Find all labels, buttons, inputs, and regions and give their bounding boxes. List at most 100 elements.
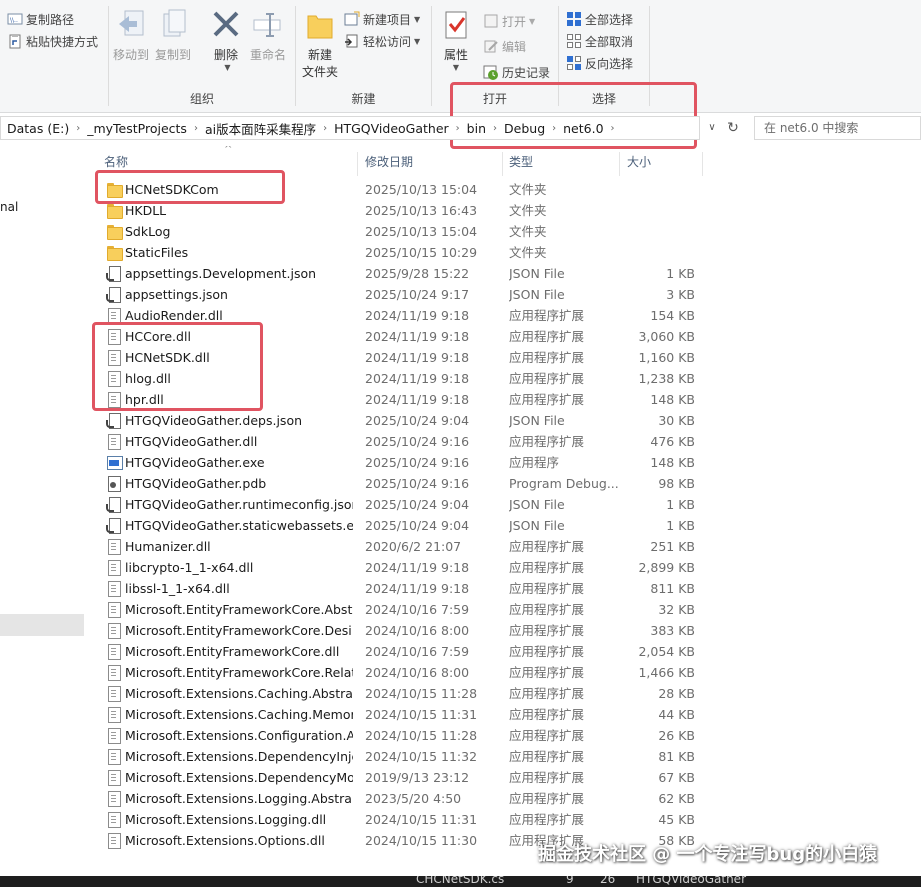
file-row[interactable]: Microsoft.EntityFrameworkCore.dll 2024/10… xyxy=(84,641,921,662)
file-row[interactable]: libssl-1_1-x64.dll 2024/11/19 9:18 应用程序扩展 8… xyxy=(84,578,921,599)
chevron-right-icon[interactable]: › xyxy=(549,123,559,134)
column-divider[interactable] xyxy=(702,152,703,176)
file-row[interactable]: Humanizer.dll 2020/6/2 21:07 应用程序扩展 251 KB xyxy=(84,536,921,557)
new-item-button[interactable]: 新建项目 ▼ xyxy=(344,9,420,29)
refresh-button[interactable]: ↻ xyxy=(722,117,744,139)
taskbar-file: CHCNetSDK.cs xyxy=(416,876,505,886)
new-folder-button[interactable]: 新建 文件夹 xyxy=(302,8,338,80)
chevron-right-icon[interactable]: › xyxy=(320,123,330,134)
file-row[interactable]: HTGQVideoGather.deps.json 2025/10/24 9:04… xyxy=(84,410,921,431)
breadcrumb-bin[interactable]: bin xyxy=(463,121,490,136)
chevron-right-icon[interactable]: › xyxy=(490,123,500,134)
file-row[interactable]: appsettings.json 2025/10/24 9:17 JSON File… xyxy=(84,284,921,305)
file-row[interactable]: appsettings.Development.json 2025/9/28 15… xyxy=(84,263,921,284)
properties-button[interactable]: 属性 ▼ xyxy=(440,8,472,72)
breadcrumb-project-folder[interactable]: ai版本面阵采集程序 xyxy=(201,119,320,138)
move-to-button[interactable]: 移动到 xyxy=(113,8,149,63)
file-row[interactable]: StaticFiles 2025/10/15 10:29 文件夹 xyxy=(84,242,921,263)
file-size: 30 KB xyxy=(658,413,695,428)
file-date: 2025/10/24 9:16 xyxy=(365,434,470,449)
file-name: HKDLL xyxy=(125,203,167,218)
chevron-right-icon[interactable]: › xyxy=(608,123,618,134)
file-row[interactable]: HCCore.dll 2024/11/19 9:18 应用程序扩展 3,060 KB xyxy=(84,326,921,347)
file-date: 2024/10/15 11:31 xyxy=(365,812,478,827)
file-name: Microsoft.Extensions.Configuration.A... xyxy=(125,728,353,743)
file-row[interactable]: hpr.dll 2024/11/19 9:18 应用程序扩展 148 KB xyxy=(84,389,921,410)
file-row[interactable]: Microsoft.EntityFrameworkCore.Abstr... 20… xyxy=(84,599,921,620)
json-file-icon xyxy=(106,286,122,303)
search-input[interactable]: 在 net6.0 中搜索 xyxy=(754,116,921,140)
copy-path-button[interactable]: \\.. 复制路径 xyxy=(7,9,74,29)
file-row[interactable]: HKDLL 2025/10/13 16:43 文件夹 xyxy=(84,200,921,221)
chevron-right-icon[interactable]: › xyxy=(453,123,463,134)
refresh-icon: ↻ xyxy=(727,120,739,136)
file-row[interactable]: Microsoft.EntityFrameworkCore.Relat... 20… xyxy=(84,662,921,683)
select-none-button[interactable]: 全部取消 xyxy=(566,31,633,51)
file-name: hlog.dll xyxy=(125,371,171,386)
breadcrumb-debug[interactable]: Debug xyxy=(500,121,549,136)
file-row[interactable]: HTGQVideoGather.dll 2025/10/24 9:16 应用程序扩展… xyxy=(84,431,921,452)
column-header-date[interactable]: 修改日期 xyxy=(360,150,500,174)
file-name: HTGQVideoGather.runtimeconfig.json xyxy=(125,497,353,512)
file-date: 2020/6/2 21:07 xyxy=(365,539,462,554)
address-history-dropdown[interactable]: ∨ xyxy=(703,118,721,138)
address-bar[interactable]: Datas (E:) › _myTestProjects › ai版本面阵采集程… xyxy=(0,116,700,140)
file-row[interactable]: AudioRender.dll 2024/11/19 9:18 应用程序扩展 154 … xyxy=(84,305,921,326)
chevron-right-icon[interactable]: › xyxy=(73,123,83,134)
open-group-label: 打开 xyxy=(482,92,507,106)
file-type: 应用程序扩展 xyxy=(509,560,585,575)
file-row[interactable]: HCNetSDKCom 2025/10/13 15:04 文件夹 xyxy=(84,179,921,200)
file-row[interactable]: libcrypto-1_1-x64.dll 2024/11/19 9:18 应用程序… xyxy=(84,557,921,578)
file-name: HTGQVideoGather.dll xyxy=(125,434,258,449)
file-row[interactable]: Microsoft.Extensions.DependencyMo... 2019… xyxy=(84,767,921,788)
nav-item-partial[interactable]: nal xyxy=(0,200,18,214)
file-date: 2024/11/19 9:18 xyxy=(365,581,470,596)
paste-shortcut-button[interactable]: 粘贴快捷方式 xyxy=(7,31,98,51)
breadcrumb-net6[interactable]: net6.0 xyxy=(559,121,607,136)
file-row[interactable]: Microsoft.Extensions.Logging.dll 2024/10/… xyxy=(84,809,921,830)
select-all-button[interactable]: 全部选择 xyxy=(566,9,633,29)
file-row[interactable]: HTGQVideoGather.exe 2025/10/24 9:16 应用程序 14… xyxy=(84,452,921,473)
nav-item-selected[interactable] xyxy=(0,614,84,636)
file-date: 2024/10/16 7:59 xyxy=(365,644,470,659)
edit-button[interactable]: 编辑 xyxy=(483,36,526,56)
file-type: JSON File xyxy=(509,518,565,533)
easy-access-button[interactable]: 轻松访问 ▼ xyxy=(344,31,420,51)
file-name: Microsoft.EntityFrameworkCore.Desi... xyxy=(125,623,353,638)
column-header-size[interactable]: 大小 xyxy=(622,150,702,174)
rename-button[interactable]: 重命名 xyxy=(250,8,286,63)
file-row[interactable]: Microsoft.Extensions.Caching.Memor... 202… xyxy=(84,704,921,725)
file-row[interactable]: HTGQVideoGather.staticwebassets.e... 2025… xyxy=(84,515,921,536)
file-type: 应用程序扩展 xyxy=(509,749,585,764)
taskbar-project: HTGQVideoGather xyxy=(636,876,746,886)
file-row[interactable]: Microsoft.Extensions.Caching.Abstrac... 2… xyxy=(84,683,921,704)
file-row[interactable]: Microsoft.EntityFrameworkCore.Desi... 202… xyxy=(84,620,921,641)
breadcrumb-htgqvideogather[interactable]: HTGQVideoGather xyxy=(330,121,453,136)
file-date: 2024/11/19 9:18 xyxy=(365,560,470,575)
file-size: 45 KB xyxy=(658,812,695,827)
file-row[interactable]: HCNetSDK.dll 2024/11/19 9:18 应用程序扩展 1,160 K… xyxy=(84,347,921,368)
file-row[interactable]: HTGQVideoGather.pdb 2025/10/24 9:16 Progra… xyxy=(84,473,921,494)
navigation-pane: nal xyxy=(0,146,84,887)
breadcrumb-mytestprojects[interactable]: _myTestProjects xyxy=(83,121,191,136)
file-row[interactable]: Microsoft.Extensions.Configuration.A... 2… xyxy=(84,725,921,746)
column-header-type[interactable]: 类型 xyxy=(504,150,618,174)
copy-to-button[interactable]: 复制到 xyxy=(155,8,191,63)
column-divider[interactable] xyxy=(502,152,503,176)
chevron-right-icon[interactable]: › xyxy=(191,123,201,134)
delete-button[interactable]: 删除 ▼ xyxy=(210,8,242,72)
file-row[interactable]: Microsoft.Extensions.DependencyInje... 20… xyxy=(84,746,921,767)
breadcrumb-drive[interactable]: Datas (E:) xyxy=(3,121,73,136)
column-header-name[interactable]: 名称 xyxy=(99,150,354,174)
file-row[interactable]: SdkLog 2025/10/13 15:04 文件夹 xyxy=(84,221,921,242)
taskbar-line: 9 xyxy=(566,876,574,886)
file-row[interactable]: hlog.dll 2024/11/19 9:18 应用程序扩展 1,238 KB xyxy=(84,368,921,389)
history-button[interactable]: 历史记录 xyxy=(483,62,550,82)
file-row[interactable]: HTGQVideoGather.runtimeconfig.json 2025/1… xyxy=(84,494,921,515)
column-divider[interactable] xyxy=(619,152,620,176)
open-button[interactable]: 打开 ▼ xyxy=(483,11,535,31)
invert-selection-button[interactable]: 反向选择 xyxy=(566,53,633,73)
column-divider[interactable] xyxy=(357,152,358,176)
json-file-icon xyxy=(106,412,122,429)
file-row[interactable]: Microsoft.Extensions.Logging.Abstra... 20… xyxy=(84,788,921,809)
